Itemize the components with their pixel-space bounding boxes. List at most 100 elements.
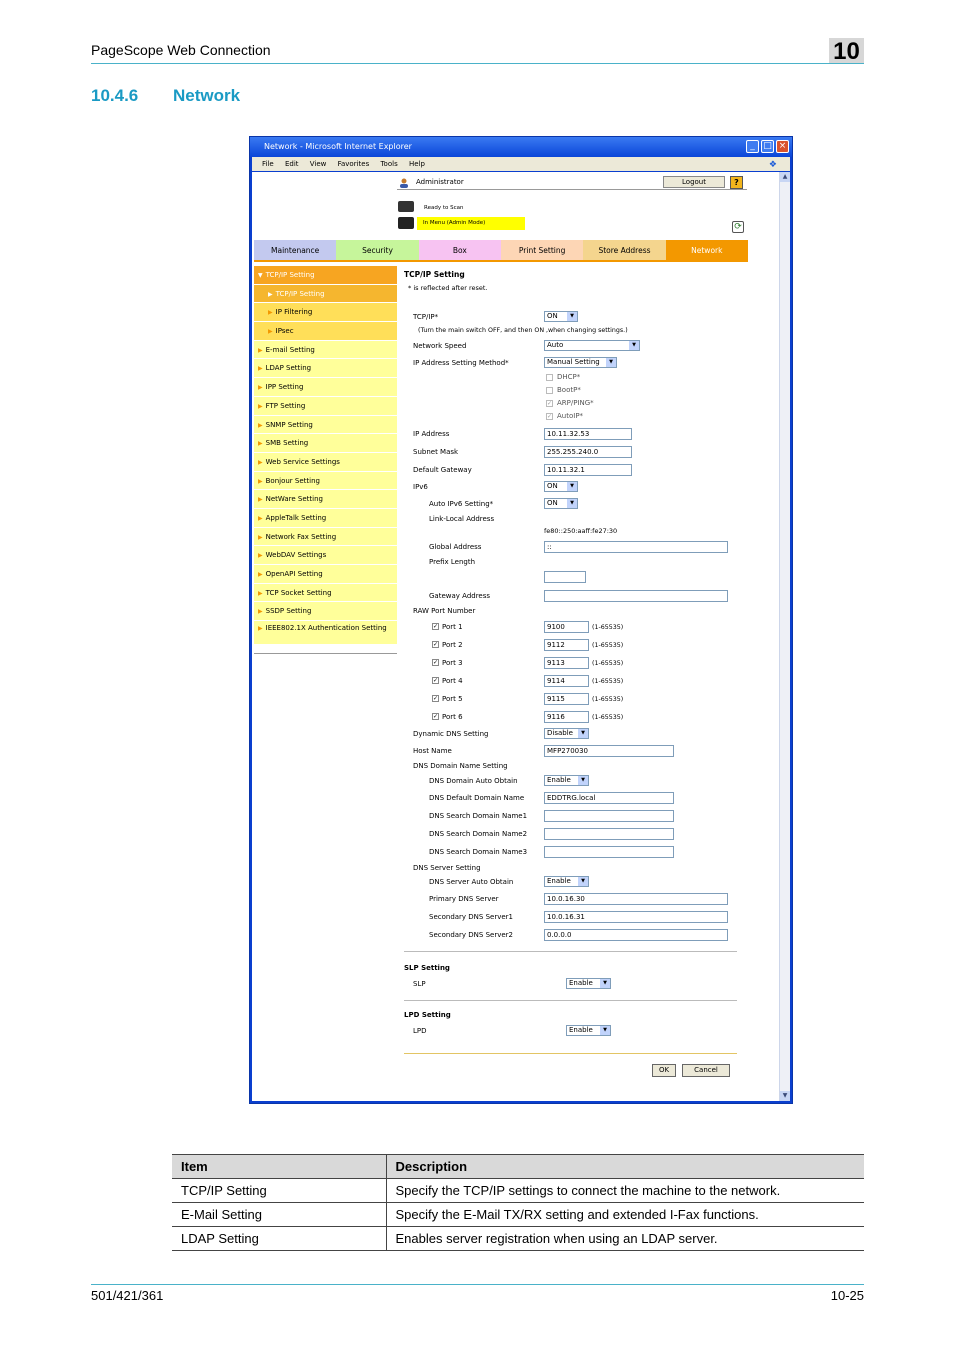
port2-input[interactable]: 9112: [544, 639, 589, 651]
ipv6-select[interactable]: ON ▼: [544, 481, 578, 492]
mask-input[interactable]: 255.255.240.0: [544, 446, 632, 458]
sidebar-item-email[interactable]: ▶ E-mail Setting: [254, 340, 397, 360]
triangle-right-icon: ▶: [258, 402, 263, 410]
menu-tools[interactable]: Tools: [380, 160, 397, 168]
dns-search3-label: DNS Search Domain Name3: [429, 848, 528, 856]
port5-input[interactable]: 9115: [544, 693, 589, 705]
menu-help[interactable]: Help: [409, 160, 425, 168]
chevron-down-icon: ▼: [600, 1026, 610, 1035]
autoip-label: AutoIP*: [557, 412, 584, 420]
port1-input[interactable]: 9100: [544, 621, 589, 633]
minimize-icon[interactable]: _: [746, 140, 759, 153]
header-rule: [91, 63, 864, 64]
auto-ipv6-select[interactable]: ON ▼: [544, 498, 578, 509]
sidebar-item-openapi[interactable]: ▶ OpenAPI Setting: [254, 565, 397, 584]
tab-security[interactable]: Security: [336, 240, 419, 260]
bootp-checkbox[interactable]: [546, 387, 553, 394]
triangle-right-icon: ▶: [258, 496, 263, 504]
ddns-select[interactable]: Disable ▼: [544, 728, 589, 739]
sidebar-item-network-fax[interactable]: ▶ Network Fax Setting: [254, 527, 397, 547]
tcpip-select[interactable]: ON ▼: [544, 311, 578, 322]
tab-box[interactable]: Box: [418, 240, 501, 260]
divider: [404, 1053, 737, 1054]
scroll-down-icon[interactable]: ▼: [780, 1091, 790, 1101]
lpd-select[interactable]: Enable ▼: [566, 1025, 611, 1036]
method-select[interactable]: Manual Setting ▼: [544, 357, 617, 368]
speed-select[interactable]: Auto ▼: [544, 340, 640, 351]
dns-search3-input[interactable]: [544, 846, 674, 858]
prefix-length-input[interactable]: [544, 571, 586, 583]
dns-search2-input[interactable]: [544, 828, 674, 840]
secondary-dns2-input[interactable]: 0.0.0.0: [544, 929, 728, 941]
port2-checkbox[interactable]: ✓: [432, 641, 439, 648]
sidebar-item-tcp-socket[interactable]: ▶ TCP Socket Setting: [254, 583, 397, 603]
sidebar-item-ssdp[interactable]: ▶ SSDP Setting: [254, 602, 397, 622]
status-ready: Ready to Scan: [424, 205, 464, 211]
port1-checkbox[interactable]: ✓: [432, 623, 439, 630]
sidebar-subitem-ip-filtering[interactable]: ▶ IP Filtering: [254, 303, 397, 323]
port6-checkbox[interactable]: ✓: [432, 713, 439, 720]
sidebar-item-appletalk[interactable]: ▶ AppleTalk Setting: [254, 508, 397, 528]
sidebar-item-tcpip[interactable]: ▼ TCP/IP Setting: [254, 266, 397, 285]
menu-edit[interactable]: Edit: [285, 160, 299, 168]
cancel-button[interactable]: Cancel: [682, 1064, 730, 1077]
secondary-dns1-input[interactable]: 10.0.16.31: [544, 911, 728, 923]
gateway-input[interactable]: 10.11.32.1: [544, 464, 632, 476]
arp-checkbox[interactable]: ✓: [546, 400, 553, 407]
port4-checkbox[interactable]: ✓: [432, 677, 439, 684]
sidebar-item-netware[interactable]: ▶ NetWare Setting: [254, 490, 397, 509]
table-row: TCP/IP Setting Specify the TCP/IP settin…: [172, 1178, 864, 1203]
port5-checkbox[interactable]: ✓: [432, 695, 439, 702]
refresh-icon[interactable]: ⟳: [732, 221, 744, 233]
sidebar-subitem-ipsec[interactable]: ▶ IPsec: [254, 322, 397, 341]
sidebar-item-bonjour[interactable]: ▶ Bonjour Setting: [254, 471, 397, 491]
footer-rule: [91, 1284, 864, 1285]
user-icon: [400, 178, 408, 188]
sidebar-item-webdav[interactable]: ▶ WebDAV Settings: [254, 546, 397, 565]
dhcp-checkbox[interactable]: [546, 374, 553, 381]
dns-domain-auto-select[interactable]: Enable ▼: [544, 775, 589, 786]
logout-button[interactable]: Logout: [663, 176, 725, 188]
menu-file[interactable]: File: [262, 160, 274, 168]
triangle-right-icon: ▶: [268, 328, 273, 336]
help-icon[interactable]: ?: [730, 176, 743, 189]
sidebar-item-ieee8021x[interactable]: ▶ IEEE802.1X Authentication Setting: [254, 621, 397, 646]
menu-favorites[interactable]: Favorites: [338, 160, 370, 168]
dns-search1-input[interactable]: [544, 810, 674, 822]
global-address-input[interactable]: ::: [544, 541, 728, 553]
sidebar-item-ldap[interactable]: ▶ LDAP Setting: [254, 359, 397, 379]
port6-range: (1-65535): [592, 714, 624, 721]
primary-dns-input[interactable]: 10.0.16.30: [544, 893, 728, 905]
scroll-up-icon[interactable]: ▲: [780, 172, 790, 182]
port3-checkbox[interactable]: ✓: [432, 659, 439, 666]
triangle-down-icon: ▼: [258, 272, 263, 279]
ip-input[interactable]: 10.11.32.53: [544, 428, 632, 440]
maximize-icon[interactable]: □: [761, 140, 774, 153]
close-icon[interactable]: ×: [776, 140, 789, 153]
sidebar-item-ipp[interactable]: ▶ IPP Setting: [254, 378, 397, 397]
host-name-input[interactable]: MFP270030: [544, 745, 674, 757]
port4-input[interactable]: 9114: [544, 675, 589, 687]
tab-network[interactable]: Network: [665, 240, 748, 260]
slp-select[interactable]: Enable ▼: [566, 978, 611, 989]
dns-search2-label: DNS Search Domain Name2: [429, 830, 528, 838]
sidebar-item-smb[interactable]: ▶ SMB Setting: [254, 434, 397, 453]
sidebar-item-snmp[interactable]: ▶ SNMP Setting: [254, 415, 397, 435]
tab-store-address[interactable]: Store Address: [583, 240, 666, 260]
port3-input[interactable]: 9113: [544, 657, 589, 669]
dns-server-auto-select[interactable]: Enable ▼: [544, 876, 589, 887]
sidebar-item-ftp[interactable]: ▶ FTP Setting: [254, 396, 397, 416]
dns-default-domain-input[interactable]: EDDTRG.local: [544, 792, 674, 804]
sidebar-subitem-tcpip[interactable]: ▶ TCP/IP Setting: [254, 284, 397, 304]
port6-input[interactable]: 9116: [544, 711, 589, 723]
autoip-checkbox[interactable]: ✓: [546, 413, 553, 420]
ok-button[interactable]: OK: [652, 1064, 676, 1077]
menu-view[interactable]: View: [310, 160, 327, 168]
port4-range: (1-65535): [592, 678, 624, 685]
sidebar-item-web-service[interactable]: ▶ Web Service Settings: [254, 452, 397, 472]
chevron-down-icon: ▼: [629, 341, 639, 350]
gateway-address-input[interactable]: [544, 590, 728, 602]
tab-print-setting[interactable]: Print Setting: [500, 240, 584, 260]
scrollbar[interactable]: ▲ ▼: [779, 172, 790, 1101]
tab-maintenance[interactable]: Maintenance: [254, 240, 337, 260]
